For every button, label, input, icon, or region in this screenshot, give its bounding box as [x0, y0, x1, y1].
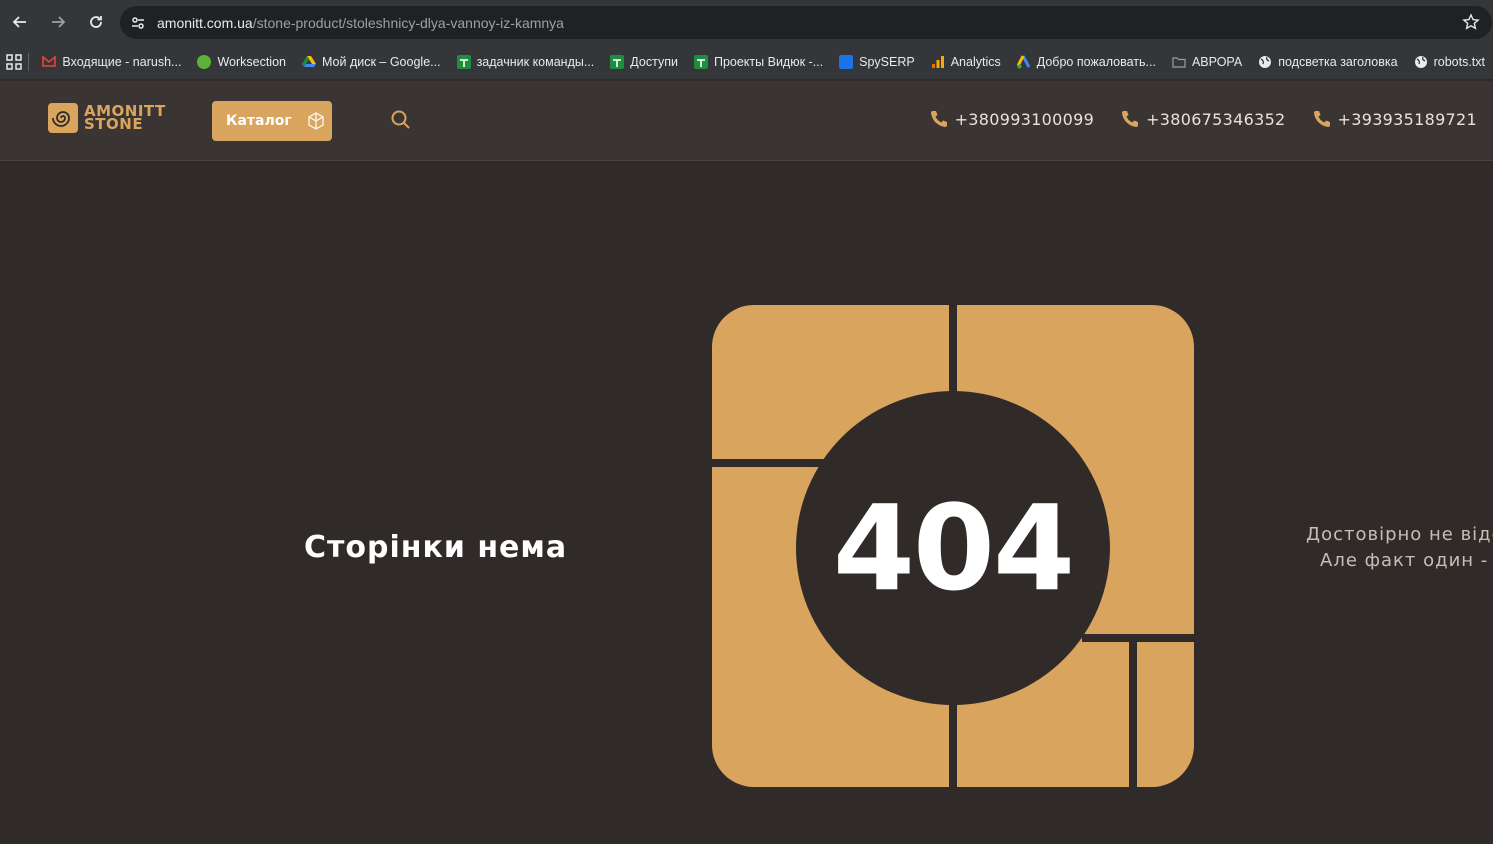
forward-button[interactable] [40, 4, 76, 40]
search-icon[interactable] [390, 109, 412, 131]
bookmark-label: Добро пожаловать... [1036, 54, 1156, 69]
reload-button[interactable] [78, 4, 114, 40]
phone-icon [1313, 111, 1330, 127]
worksection-icon [197, 54, 212, 69]
side-description: Достовірно не відом Але факт один - ст [1306, 522, 1493, 574]
page-title: Сторінки нема [304, 530, 568, 565]
bookmark-item[interactable]: подсветка заголовка [1250, 48, 1405, 76]
bookmark-item[interactable]: задачник команды... [449, 48, 603, 76]
folder-icon [1172, 55, 1186, 69]
browser-toolbar: amonitt.com.ua/stone-product/stoleshnicy… [0, 0, 1493, 44]
logo-text: AMONITT STONE [84, 104, 166, 132]
phone-link-1[interactable]: +380993100099 [929, 109, 1094, 129]
bookmark-list: Входящие - narush... Worksection Мой диск … [34, 48, 1493, 76]
bookmark-item[interactable]: Добро пожаловать... [1009, 48, 1164, 76]
url-host: amonitt.com.ua [157, 14, 253, 31]
sheets-icon [693, 54, 708, 69]
phone-link-3[interactable]: +393935189721 [1312, 109, 1477, 129]
bookmarks-separator [27, 52, 29, 71]
bookmark-item[interactable]: Мой диск – Google... [294, 48, 449, 76]
catalog-button[interactable]: Каталог [212, 101, 332, 141]
bookmark-label: Мой диск – Google... [321, 54, 441, 69]
error-code: 404 [832, 479, 1075, 617]
globe-icon [1258, 55, 1272, 69]
logo-spiral-icon [48, 103, 78, 133]
sheets-icon [456, 54, 471, 69]
site-logo[interactable]: AMONITT STONE [48, 103, 166, 133]
bookmark-item[interactable]: Доступи [602, 48, 686, 76]
bookmark-label: Доступи [630, 54, 678, 69]
phone-number: +380993100099 [954, 109, 1095, 129]
analytics-icon [931, 55, 945, 69]
side-line-2: Але факт один - ст [1320, 550, 1493, 571]
globe-icon [1414, 55, 1428, 69]
bookmark-label: Analytics [950, 54, 1001, 69]
site-info-icon[interactable] [123, 8, 153, 38]
bookmarks-bar: Входящие - narush... Worksection Мой диск … [0, 44, 1493, 80]
bookmark-label: Проекты Видюк -... [713, 54, 824, 69]
bookmark-item[interactable]: robots.txt [1406, 48, 1493, 76]
catalog-label: Каталог [226, 113, 292, 129]
bookmark-item[interactable]: Analytics [923, 48, 1009, 76]
google-drive-icon [301, 55, 316, 69]
gmail-icon [42, 55, 57, 69]
arrow-left-icon [12, 16, 26, 28]
reload-icon [90, 16, 102, 28]
bookmark-item[interactable]: Входящие - narush... [34, 48, 189, 76]
phone-icon [930, 111, 947, 127]
back-button[interactable] [2, 4, 38, 40]
bookmark-item[interactable]: Проекты Видюк -... [686, 48, 831, 76]
url-text: amonitt.com.ua/stone-product/stoleshnicy… [157, 15, 564, 31]
bookmark-item[interactable]: Worksection [189, 48, 294, 76]
apps-grid-icon[interactable] [0, 53, 28, 70]
bookmark-label: robots.txt [1433, 54, 1485, 69]
phone-link-2[interactable]: +380675346352 [1120, 109, 1285, 129]
phone-icon [1122, 111, 1139, 127]
url-path: /stone-product/stoleshnicy-dlya-vannoy-i… [252, 14, 564, 31]
site-header: AMONITT STONE Каталог +380993100099 +380… [0, 81, 1493, 161]
bookmark-item[interactable]: SpySERP [831, 48, 923, 76]
phone-number: +380675346352 [1146, 109, 1286, 129]
bookmark-label: задачник команды... [476, 54, 595, 69]
bookmark-label: АВРОРА [1191, 54, 1243, 69]
cube-icon [307, 112, 324, 130]
bookmark-label: Worksection [217, 54, 286, 69]
bookmark-label: подсветка заголовка [1278, 54, 1398, 69]
phone-list: +380993100099 +380675346352 +39393518972… [903, 109, 1477, 129]
bookmark-label: Входящие - narush... [62, 54, 182, 69]
ads-icon [1016, 54, 1031, 69]
bookmark-item[interactable]: АВРОРА [1164, 48, 1250, 76]
sheets-icon [610, 54, 625, 69]
side-line-1: Достовірно не відом [1306, 524, 1493, 545]
address-bar[interactable]: amonitt.com.ua/stone-product/stoleshnicy… [120, 6, 1492, 39]
arrow-right-icon [52, 16, 66, 28]
spyserp-icon [839, 54, 854, 69]
phone-number: +393935189721 [1337, 109, 1477, 129]
bookmark-label: SpySERP [859, 54, 915, 69]
star-icon[interactable] [1462, 13, 1480, 31]
